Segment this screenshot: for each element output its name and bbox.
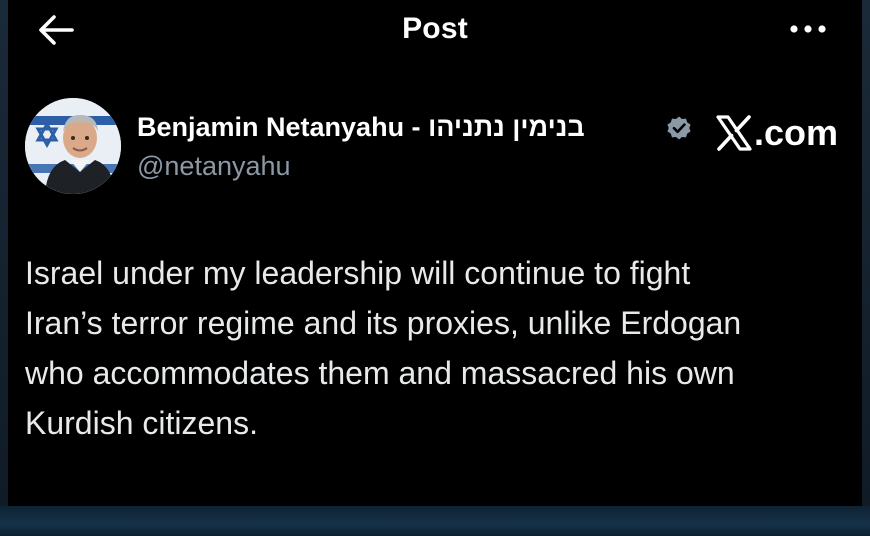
- author-handle[interactable]: @netanyahu: [137, 151, 291, 182]
- post-text-line: Kurdish citizens.: [25, 405, 258, 441]
- author-display-name[interactable]: Benjamin Netanyahu - בנימין נתניהו: [137, 112, 585, 143]
- post-text: Israel under my leadership will continue…: [25, 248, 850, 448]
- page-title: Post: [402, 12, 468, 45]
- more-horizontal-icon: [790, 25, 826, 33]
- profile-photo: [25, 98, 121, 194]
- post-text-line: Israel under my leadership will continue…: [25, 255, 691, 291]
- avatar[interactable]: [25, 98, 121, 194]
- x-logo-icon: [716, 115, 752, 151]
- more-options-button[interactable]: [786, 16, 830, 42]
- top-bar: Post: [8, 0, 862, 62]
- verified-badge-icon: [666, 115, 692, 141]
- x-com-watermark: .com: [714, 108, 838, 158]
- background-strip: [0, 506, 870, 536]
- post-text-line: who accommodates them and massacred his …: [25, 355, 735, 391]
- post-text-line: Iran’s terror regime and its proxies, un…: [25, 305, 742, 341]
- watermark-text: .com: [754, 112, 839, 153]
- post-screen: Post Benjamin Netanyahu - בנימין נתניהו: [8, 0, 862, 506]
